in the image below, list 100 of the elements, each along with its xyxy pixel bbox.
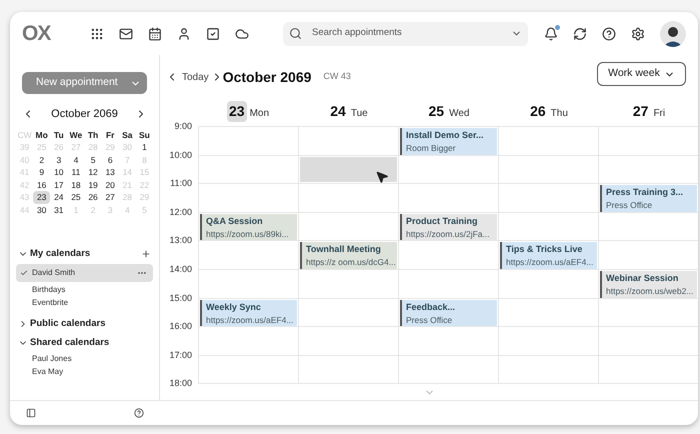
calendar-day[interactable]: 5	[84, 154, 102, 166]
add-icon[interactable]	[141, 249, 151, 259]
period-title: October 2069	[222, 68, 312, 86]
calendar-day[interactable]: 27	[102, 191, 119, 204]
appointment[interactable]: Weekly Sync https://zoom.us/aEF4...	[200, 300, 297, 327]
calendar-day[interactable]: 10	[50, 166, 68, 178]
appointment-detail: https://zoom.us/aEF4...	[206, 314, 293, 327]
calendar-day[interactable]: 4	[67, 154, 84, 166]
calendar-item[interactable]: Birthdays	[16, 283, 153, 296]
weekday-header: Tu	[52, 128, 65, 141]
day-number[interactable]: 23	[226, 101, 247, 122]
calendar-icon[interactable]	[148, 26, 162, 40]
calendar-day[interactable]: 9	[33, 166, 50, 178]
day-name: Mon	[250, 107, 270, 121]
calendar-day[interactable]: 2	[33, 154, 50, 166]
appointment-detail: https://z oom.us/dcG4...	[306, 256, 393, 270]
calendar-name: Eva May	[32, 366, 64, 378]
calendar-item[interactable]: Eventbrite	[16, 296, 153, 309]
calendar-day[interactable]: 6	[102, 154, 119, 166]
day-number[interactable]: 27	[630, 101, 650, 122]
calendar-day[interactable]: 18	[67, 178, 84, 191]
calendar-day[interactable]: 11	[67, 166, 84, 178]
weekday-header: Sa	[121, 128, 134, 141]
appointment-title: Press Training 3...	[606, 186, 684, 200]
hour-label: 11:00	[170, 178, 192, 188]
weekday-header: Fr	[104, 128, 116, 141]
cloud-icon[interactable]	[235, 26, 249, 40]
appointment-detail: https://zoom.us/2jFa...	[406, 228, 491, 241]
appointment-detail: Press Office	[606, 199, 654, 212]
calendar-day[interactable]: 13	[102, 166, 119, 178]
day-name: Fri	[653, 107, 666, 121]
calendar-day[interactable]: 19	[84, 178, 102, 191]
appointment[interactable]: Q&A Session https://zoom.us/89ki...	[200, 214, 297, 241]
calendar-day[interactable]: 30	[33, 204, 50, 216]
appointment[interactable]: Product Training https://zoom.us/2jFa...	[400, 214, 497, 241]
calendar-day[interactable]: 12	[84, 166, 102, 178]
selected-slot[interactable]	[300, 156, 397, 182]
logo[interactable]: OX	[22, 18, 66, 50]
calendar-item[interactable]: Paul Jones	[16, 352, 153, 365]
weekday-header: Mo	[34, 128, 49, 141]
today-link[interactable]: Today	[182, 70, 209, 84]
hour-label: 17:00	[169, 350, 192, 360]
day-name: Thu	[550, 107, 568, 121]
calendar-day[interactable]: 25	[67, 191, 84, 204]
calendar-item[interactable]: Eva May	[16, 365, 153, 378]
mail-icon[interactable]	[119, 26, 133, 40]
appointment-title: Q&A Session	[206, 214, 264, 228]
check-icon	[20, 269, 28, 277]
apps-icon[interactable]	[90, 26, 104, 40]
calendar-name: Eventbrite	[32, 296, 68, 308]
week-number: CW 43	[323, 70, 351, 84]
appointment[interactable]: Townhall Meeting https://z oom.us/dcG4...	[300, 242, 397, 270]
appointment[interactable]: Webinar Session https://zoom.us/web2...	[600, 270, 697, 298]
calendar-day[interactable]: 20	[102, 178, 119, 191]
calendar-day[interactable]: 3	[50, 154, 68, 166]
avatar[interactable]	[660, 20, 686, 46]
settings-icon[interactable]	[631, 26, 645, 40]
hour-label: 12:00	[169, 206, 192, 217]
section-title[interactable]: Public calendars	[30, 316, 106, 332]
appointment-detail: https://zoom.us/aEF4...	[506, 256, 593, 270]
help-icon[interactable]	[134, 408, 144, 418]
appointment[interactable]: Tips & Tricks Live https://zoom.us/aEF4...	[500, 242, 597, 270]
hour-label: 10:00	[169, 150, 192, 160]
sync-icon[interactable]	[573, 26, 587, 40]
calendar-day[interactable]: 26	[84, 191, 102, 204]
calendar-day[interactable]: 17	[50, 178, 68, 191]
hour-label: 13:00	[169, 235, 192, 246]
section-title[interactable]: Shared calendars	[30, 336, 110, 350]
hour-label: 16:00	[169, 321, 192, 332]
calendar-item[interactable]: David Smith	[16, 264, 153, 282]
help-icon[interactable]	[602, 26, 616, 40]
calendar-name: David Smith	[32, 267, 76, 279]
day-number[interactable]: 25	[426, 101, 446, 122]
calendar-day[interactable]: 1	[136, 141, 153, 154]
calendar-name: Birthdays	[32, 284, 66, 296]
appointment[interactable]: Install Demo Ser... Room Bigger	[400, 128, 497, 155]
section-title[interactable]: My calendars	[30, 246, 90, 262]
calendar-day[interactable]: 23	[33, 191, 50, 204]
day-number[interactable]: 24	[328, 101, 348, 122]
appointment-title: Tips & Tricks Live	[506, 243, 584, 256]
hour-label: 15:00	[169, 292, 192, 303]
calendar-day[interactable]: 31	[50, 204, 68, 216]
day-number[interactable]: 26	[528, 101, 548, 122]
calendar-day[interactable]: 24	[50, 191, 68, 204]
panel-icon[interactable]	[26, 408, 36, 418]
appointment-title: Townhall Meeting	[306, 243, 382, 256]
person-icon[interactable]	[177, 26, 191, 40]
view-dropdown[interactable]: Work week	[597, 62, 686, 86]
search-bar[interactable]: Search appointments	[283, 22, 528, 46]
appointment-detail: https://zoom.us/web2...	[606, 284, 693, 298]
hour-label: 9:00	[174, 121, 192, 131]
bell-icon[interactable]	[544, 26, 558, 40]
appointment[interactable]: Press Training 3... Press Office	[600, 185, 697, 212]
checkbox-icon[interactable]	[206, 26, 220, 40]
appointment-title: Weekly Sync	[206, 300, 262, 314]
search-field[interactable]: Search appointments	[312, 26, 501, 41]
search-icon	[289, 27, 302, 40]
appointment[interactable]: Feedback... Press Office	[400, 300, 497, 327]
appointment-detail: https://zoom.us/89ki...	[206, 228, 290, 241]
calendar-day[interactable]: 16	[33, 178, 50, 191]
